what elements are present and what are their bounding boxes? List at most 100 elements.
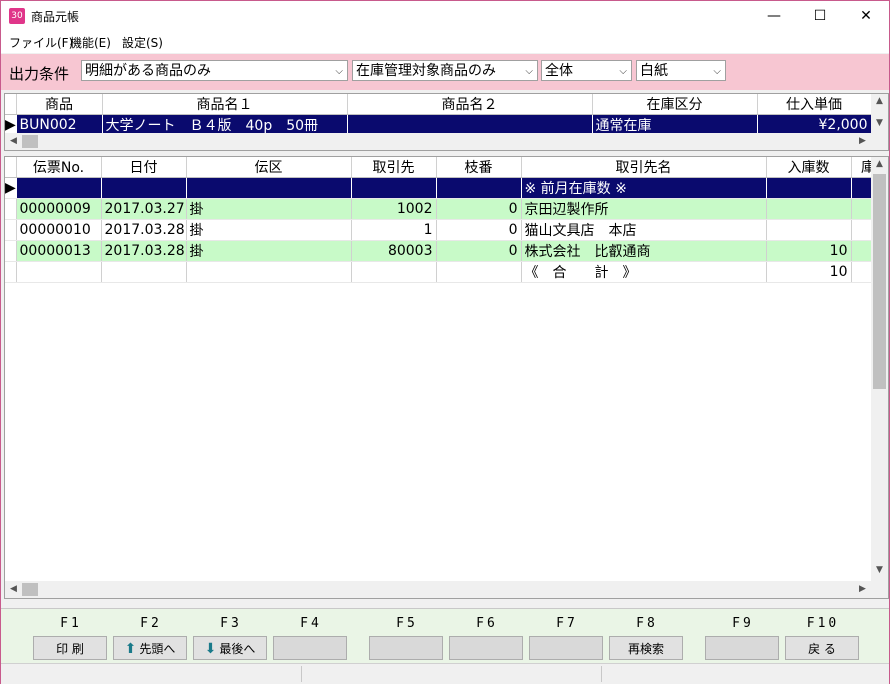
column-header[interactable]: 日付	[101, 157, 187, 178]
table-row[interactable]: 00000009 2017.03.27 掛 1002 0 京田辺製作所	[5, 198, 886, 220]
status-divider	[601, 666, 602, 682]
date[interactable]: 2017.03.28	[101, 240, 187, 262]
receipt-qty[interactable]	[766, 198, 852, 220]
fkey-button-f2[interactable]: ⬆ 先頭へ	[113, 636, 187, 660]
scroll-down-icon[interactable]: ▼	[871, 118, 888, 128]
up-arrow-icon: ⬆	[124, 641, 137, 657]
receipt-qty[interactable]	[766, 219, 852, 241]
slip-type[interactable]	[186, 261, 352, 283]
maximize-button[interactable]: ☐	[797, 1, 843, 31]
fkey-button-label: 印 刷	[56, 642, 84, 656]
row-header	[5, 219, 17, 241]
slip-no[interactable]: 00000013	[16, 240, 102, 262]
scroll-thumb[interactable]	[22, 135, 38, 148]
fkey-button-label: 最後へ	[219, 642, 256, 656]
receipt-qty[interactable]: 10	[766, 261, 852, 283]
table-row[interactable]: 00000010 2017.03.28 掛 1 0 猫山文具店 本店	[5, 219, 886, 241]
fkey-button-f4[interactable]	[273, 636, 347, 660]
minimize-button[interactable]: —	[751, 1, 797, 31]
fkey-button-f5[interactable]	[369, 636, 443, 660]
menu-settings[interactable]: 設定(S)	[122, 34, 163, 51]
paper-select[interactable]: 白紙 ⌵	[636, 60, 726, 81]
partner-code[interactable]	[351, 177, 437, 199]
column-header[interactable]: 仕入単価	[757, 94, 872, 115]
receipt-qty[interactable]: 10	[766, 240, 852, 262]
partner-name[interactable]: 《 合 計 》	[521, 261, 767, 283]
column-header[interactable]: 商品名２	[347, 94, 593, 115]
slip-type[interactable]	[186, 177, 352, 199]
partner-name[interactable]: 猫山文具店 本店	[521, 219, 767, 241]
title-bar: 30 商品元帳 — ☐ ✕	[1, 1, 889, 31]
branch-no[interactable]	[436, 177, 522, 199]
branch-no[interactable]	[436, 261, 522, 283]
column-header[interactable]: 伝票No.	[16, 157, 102, 178]
fkey-button-label: 戻 る	[808, 642, 836, 656]
column-header[interactable]: 取引先名	[521, 157, 767, 178]
scroll-left-icon[interactable]: ◀	[5, 136, 22, 146]
slip-type[interactable]: 掛	[186, 219, 352, 241]
fkey-button-f8[interactable]: 再検索	[609, 636, 683, 660]
branch-no[interactable]: 0	[436, 240, 522, 262]
fkey-button-f9[interactable]	[705, 636, 779, 660]
column-header[interactable]: 商品	[16, 94, 103, 115]
date[interactable]: 2017.03.28	[101, 219, 187, 241]
column-header[interactable]: 在庫区分	[592, 94, 758, 115]
column-header[interactable]: 伝区	[186, 157, 352, 178]
partner-code[interactable]: 80003	[351, 240, 437, 262]
scroll-thumb[interactable]	[873, 174, 886, 389]
scroll-right-icon[interactable]: ▶	[854, 584, 871, 594]
branch-no[interactable]: 0	[436, 219, 522, 241]
fkey-button-f1[interactable]: 印 刷	[33, 636, 107, 660]
branch-no[interactable]: 0	[436, 198, 522, 220]
chevron-down-icon: ⌵	[335, 66, 343, 77]
scroll-right-icon[interactable]: ▶	[854, 136, 871, 146]
product-grid-vscrollbar[interactable]: ▲ ▼	[871, 94, 888, 133]
date[interactable]	[101, 261, 187, 283]
column-header[interactable]: 取引先	[351, 157, 437, 178]
row-header	[5, 198, 17, 220]
stock-filter-value: 在庫管理対象商品のみ	[356, 63, 496, 79]
close-button[interactable]: ✕	[843, 1, 889, 31]
column-header[interactable]: 枝番	[436, 157, 522, 178]
partner-name[interactable]: 株式会社 比叡通商	[521, 240, 767, 262]
slip-type[interactable]: 掛	[186, 198, 352, 220]
table-row[interactable]: ▶ ※ 前月在庫数 ※	[5, 177, 886, 199]
partner-code[interactable]: 1002	[351, 198, 437, 220]
slip-type[interactable]: 掛	[186, 240, 352, 262]
scope-select[interactable]: 全体 ⌵	[541, 60, 632, 81]
scroll-left-icon[interactable]: ◀	[5, 584, 22, 594]
slip-no[interactable]: 00000010	[16, 219, 102, 241]
partner-code[interactable]: 1	[351, 219, 437, 241]
scroll-thumb[interactable]	[22, 583, 38, 596]
slip-no[interactable]: 00000009	[16, 198, 102, 220]
partner-code[interactable]	[351, 261, 437, 283]
detail-filter-select[interactable]: 明細がある商品のみ ⌵	[81, 60, 348, 81]
slip-no[interactable]	[16, 261, 102, 283]
fkey-button-f6[interactable]	[449, 636, 523, 660]
slip-no[interactable]	[16, 177, 102, 199]
table-row[interactable]: 00000013 2017.03.28 掛 80003 0 株式会社 比叡通商 10	[5, 240, 886, 262]
table-row[interactable]: 《 合 計 》 10	[5, 261, 886, 283]
date[interactable]	[101, 177, 187, 199]
fkey-button-f7[interactable]	[529, 636, 603, 660]
column-header[interactable]: 商品名１	[102, 94, 348, 115]
ledger-grid-hscrollbar[interactable]: ◀ ▶	[5, 581, 888, 598]
partner-name[interactable]: 京田辺製作所	[521, 198, 767, 220]
fkey-button-f10[interactable]: 戻 る	[785, 636, 859, 660]
date[interactable]: 2017.03.27	[101, 198, 187, 220]
scroll-up-icon[interactable]: ▲	[871, 96, 888, 106]
partner-name[interactable]: ※ 前月在庫数 ※	[521, 177, 767, 199]
product-grid-hscrollbar[interactable]: ◀ ▶	[5, 133, 888, 150]
receipt-qty[interactable]	[766, 177, 852, 199]
fkey-label-f3: F3	[220, 616, 242, 631]
fkey-button-f3[interactable]: ⬇ 最後へ	[193, 636, 267, 660]
fkey-label-f9: F9	[732, 616, 754, 631]
column-header[interactable]: 入庫数	[766, 157, 852, 178]
ledger-grid-vscrollbar[interactable]: ▲ ▼	[871, 157, 888, 581]
ledger-grid-header: 伝票No. 日付 伝区 取引先 枝番 取引先名 入庫数 庫	[5, 157, 886, 178]
scroll-up-icon[interactable]: ▲	[871, 159, 888, 169]
menu-file[interactable]: ファイル(F)	[9, 34, 73, 51]
scroll-down-icon[interactable]: ▼	[871, 565, 888, 575]
menu-function[interactable]: 機能(E)	[70, 34, 111, 51]
stock-filter-select[interactable]: 在庫管理対象商品のみ ⌵	[352, 60, 538, 81]
